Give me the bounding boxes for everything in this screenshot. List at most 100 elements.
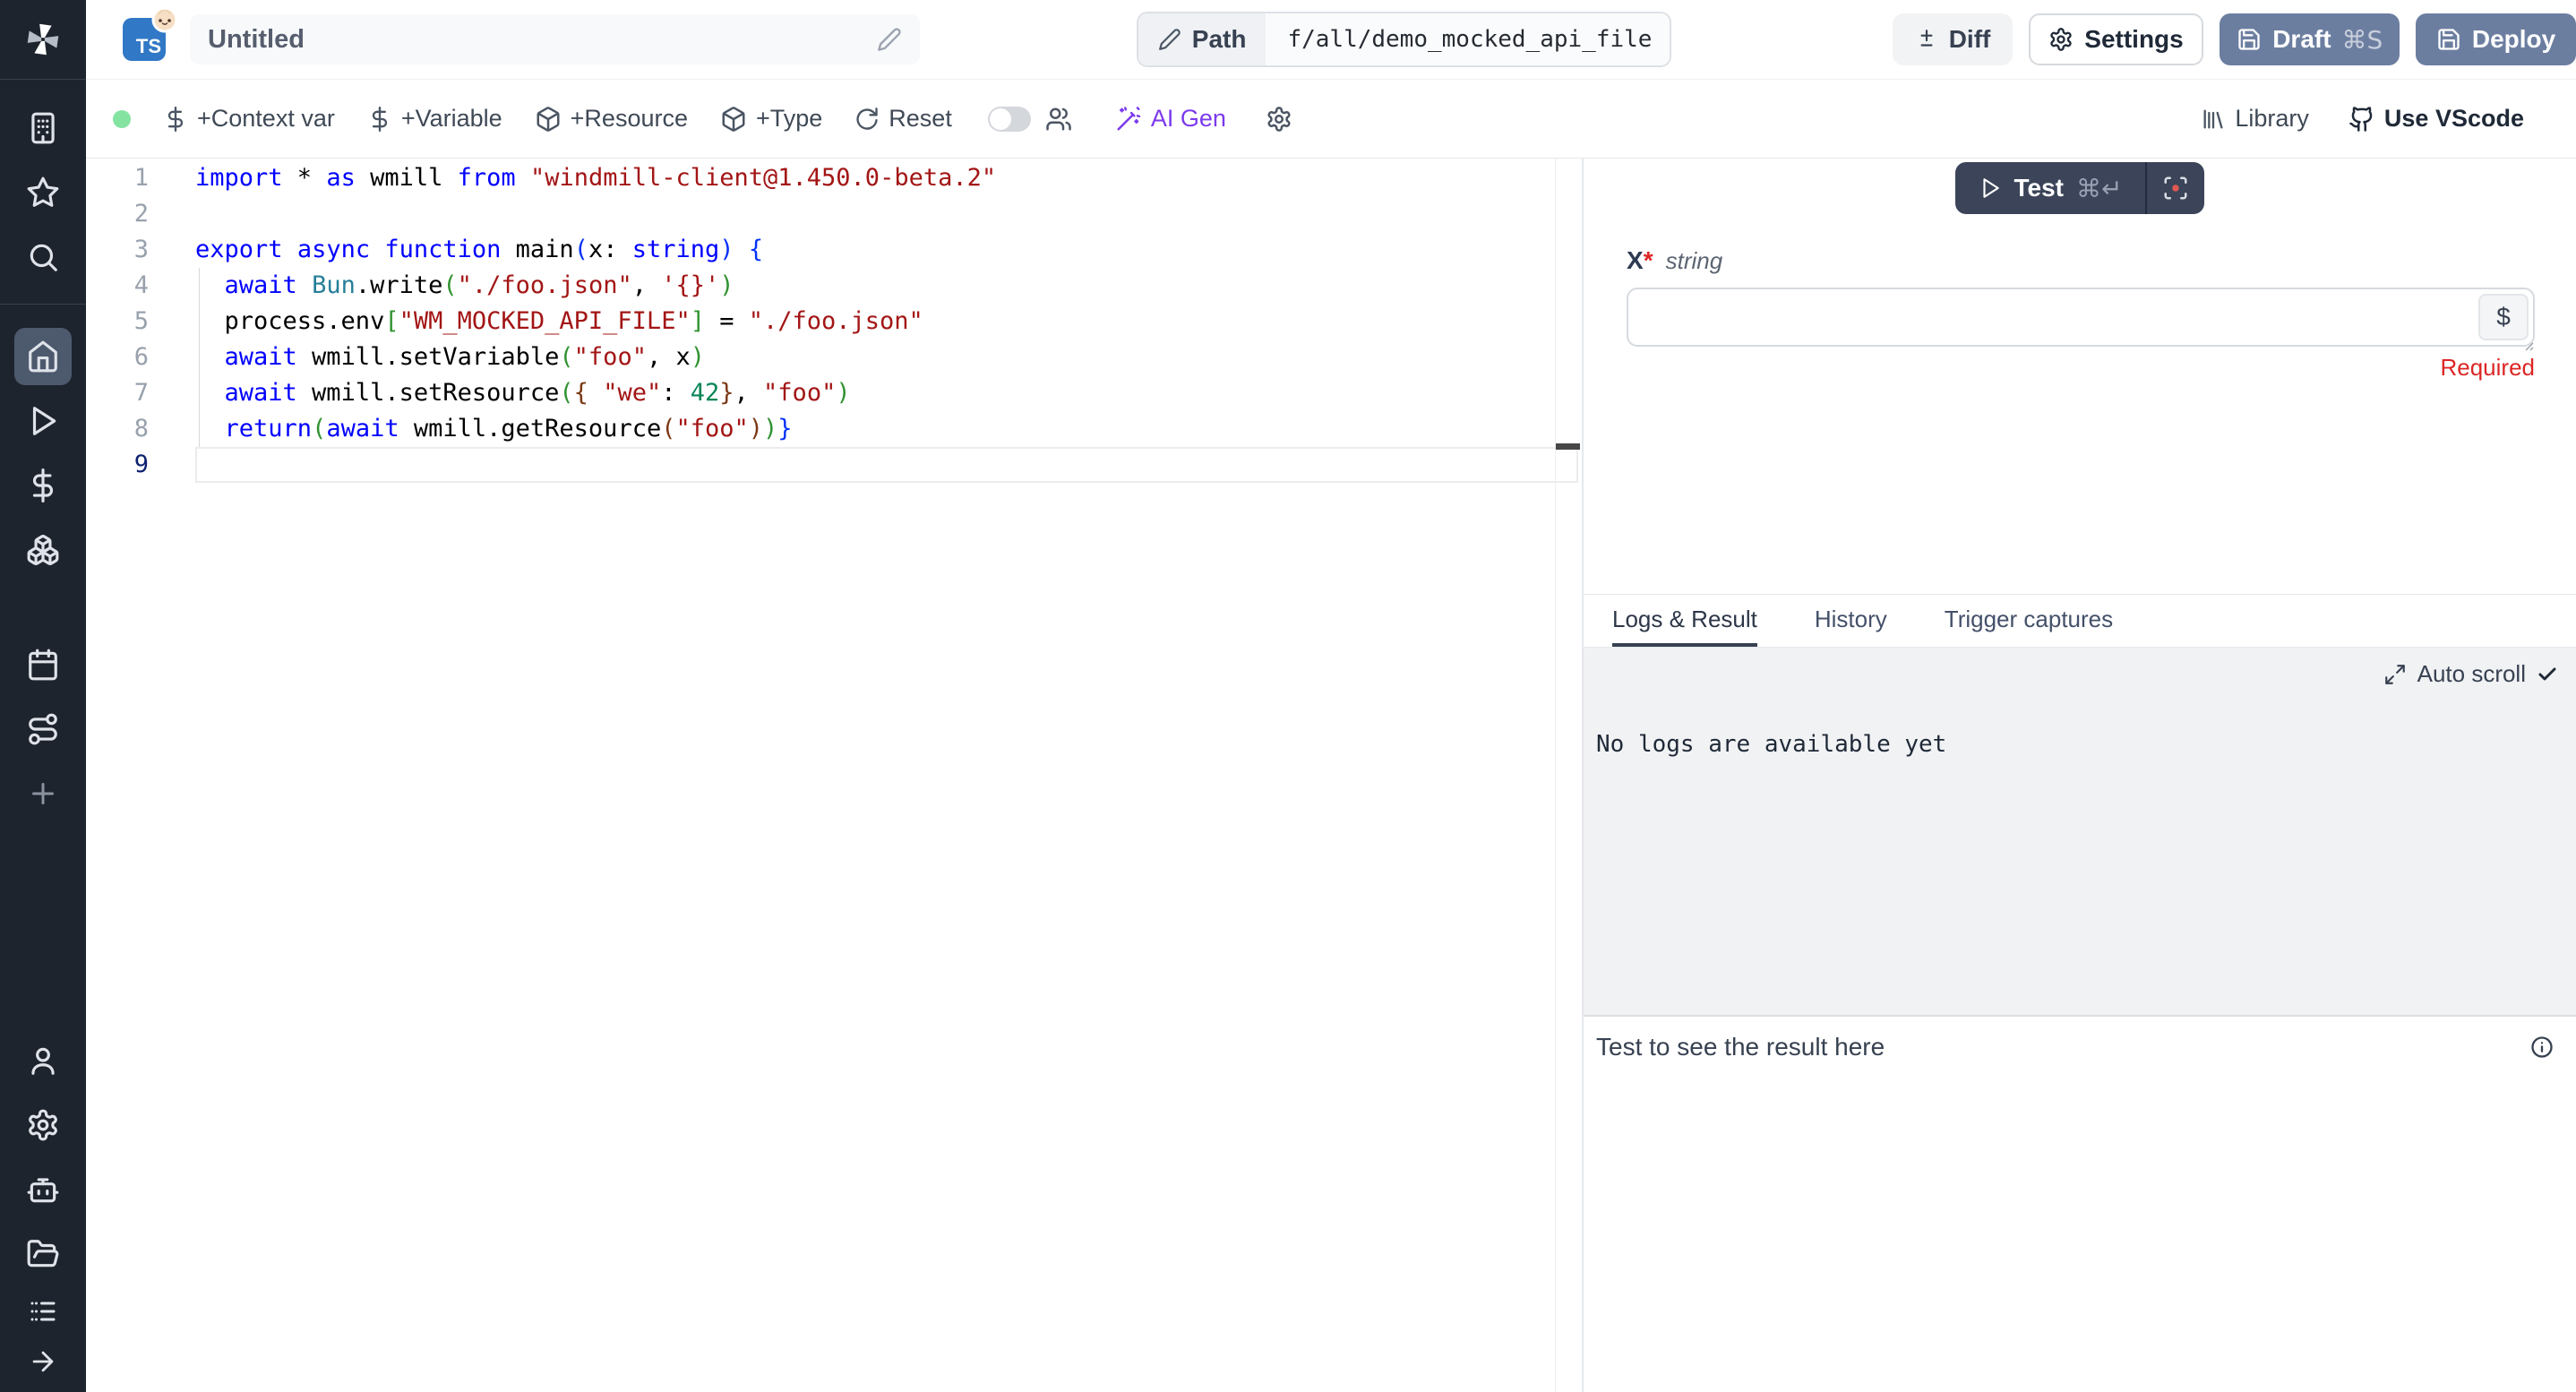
test-button[interactable]: Test ⌘↵ [1955,162,2146,214]
building-icon [26,111,60,145]
args-form: X* string $ Required [1584,214,2576,382]
code-line[interactable]: 9 [86,447,1582,483]
code-line[interactable]: 5 process.env["WM_MOCKED_API_FILE"] = ".… [86,304,1582,339]
toggle-knob [990,108,1011,130]
code-line[interactable]: 6 await wmill.setVariable("foo", x) [86,339,1582,375]
resize-grip[interactable] [2520,338,2535,352]
sidebar-item-audit-logs[interactable] [14,1290,72,1333]
add-type-button[interactable]: +Type [720,105,822,133]
sidebar-item-home[interactable] [14,328,72,385]
multiplayer-toggle[interactable] [988,107,1031,132]
path-chip[interactable]: Path f/all/demo_mocked_api_file [1137,12,1672,67]
tab-history[interactable]: History [1815,595,1887,647]
sidebar-item-account[interactable] [14,1032,72,1089]
calendar-icon [26,648,60,682]
script-title-box[interactable]: Untitled [190,14,920,64]
package-icon [535,106,562,133]
variable-label: +Variable [401,105,502,133]
windmill-logo[interactable] [0,0,86,79]
code-line-text: process.env["WM_MOCKED_API_FILE"] = "./f… [195,304,923,339]
ai-gen-button[interactable]: AI Gen [1115,105,1226,133]
code-line[interactable]: 4 await Bun.write("./foo.json", '{}') [86,268,1582,304]
deploy-button[interactable]: Deploy [2416,13,2576,65]
check-icon[interactable] [2537,664,2558,685]
sidebar-collapse[interactable] [14,1340,72,1383]
sidebar-item-schedules[interactable] [14,636,72,693]
overview-ruler [1555,159,1556,1392]
star-icon [26,176,60,210]
dollar-icon [367,107,392,132]
autoscroll-label[interactable]: Auto scroll [2417,660,2526,688]
code-line-text: export async function main(x: string) { [195,232,763,268]
type-label: +Type [756,105,822,133]
add-variable-button[interactable]: +Variable [367,105,502,133]
arg-name: X* [1627,246,1653,275]
code-line-text: import * as wmill from "windmill-client@… [195,160,996,196]
sidebar-item-workspace[interactable] [14,99,72,157]
tab-trigger-captures[interactable]: Trigger captures [1945,595,2113,647]
sidebar-item-favorites[interactable] [14,164,72,221]
sidebar-item-folders[interactable] [14,1225,72,1283]
expand-icon[interactable] [2383,663,2407,686]
insert-variable-button[interactable]: $ [2478,294,2529,340]
reset-button[interactable]: Reset [854,105,952,133]
code-line-text: await Bun.write("./foo.json", '{}') [195,268,734,304]
line-number: 6 [86,339,195,375]
user-icon [26,1044,60,1078]
gear-icon [26,1108,60,1142]
plus-icon [27,778,59,810]
code-line[interactable]: 8 return(await wmill.getResource("foo"))… [86,411,1582,447]
sidebar-item-search[interactable] [14,228,72,286]
code-line[interactable]: 7 await wmill.setResource({ "we": 42}, "… [86,375,1582,411]
library-button[interactable]: Library [2201,105,2309,133]
code-editor[interactable]: 1import * as wmill from "windmill-client… [86,159,1582,1392]
sidebar-item-routes[interactable] [14,700,72,758]
diff-icon [1915,28,1938,51]
users-icon [1045,106,1072,133]
add-context-var-button[interactable]: +Context var [163,105,335,133]
draft-button[interactable]: Draft ⌘S [2220,13,2400,65]
play-icon [26,404,60,438]
capture-test-button[interactable] [2147,162,2204,214]
search-icon [26,240,60,274]
settings-label: Settings [2084,25,2183,54]
sidebar-item-workers[interactable] [14,1161,72,1218]
editor-settings-button[interactable] [1266,106,1292,133]
tab-logs-result[interactable]: Logs & Result [1612,595,1757,647]
use-vscode-button[interactable]: Use VScode [2348,105,2524,133]
robot-icon [26,1173,60,1207]
arg-input-field[interactable]: $ [1627,288,2535,347]
resource-label: +Resource [571,105,688,133]
code-line[interactable]: 2 [86,196,1582,232]
folder-open-icon [26,1237,60,1271]
pencil-icon [1158,28,1181,51]
indent-guide [199,268,200,447]
diff-button[interactable]: Diff [1893,13,2012,65]
draft-shortcut: ⌘S [2342,25,2383,55]
sidebar-item-resources[interactable] [14,521,72,579]
library-icon [2201,107,2226,132]
windmill-pinwheel-icon [22,19,64,60]
info-icon[interactable] [2529,1035,2555,1060]
github-icon [2348,106,2375,133]
line-number: 7 [86,375,195,411]
line-number: 9 [86,447,195,483]
add-resource-button[interactable]: +Resource [535,105,688,133]
sidebar-item-settings[interactable] [14,1096,72,1154]
code-line[interactable]: 3export async function main(x: string) { [86,232,1582,268]
result-placeholder: Test to see the result here [1596,1033,1885,1061]
sidebar-item-add[interactable] [14,765,72,822]
edit-pencil-icon[interactable] [877,27,902,52]
package-icon [720,106,747,133]
dollar-icon [163,107,188,132]
sidebar-item-runs[interactable] [14,392,72,450]
collaborators-button[interactable] [1045,106,1072,133]
sidebar-item-variables[interactable] [14,457,72,514]
code-lines: 1import * as wmill from "windmill-client… [86,159,1582,483]
line-number: 4 [86,268,195,304]
settings-button[interactable]: Settings [2029,13,2204,65]
preview-tabs: Logs & Result History Trigger captures [1584,594,2576,648]
code-line[interactable]: 1import * as wmill from "windmill-client… [86,160,1582,196]
gear-icon [1266,106,1292,133]
autoscroll-row: Auto scroll [1596,660,2558,688]
